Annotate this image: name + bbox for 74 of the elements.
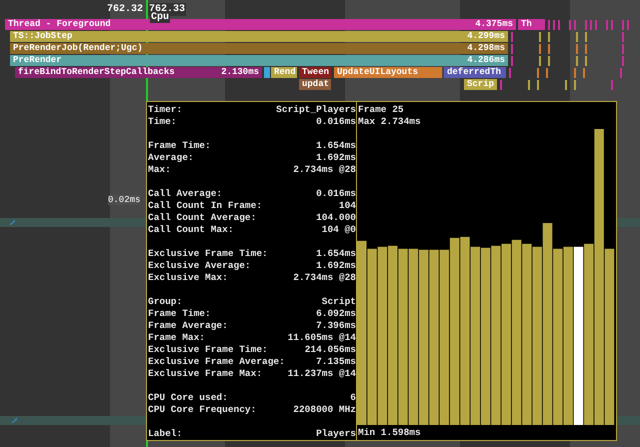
- block-label: PreRenderJob(Render;Ugc): [13, 43, 143, 54]
- stat-label: Group:: [148, 296, 182, 308]
- frame-title: Frame 25: [357, 104, 405, 116]
- stat-value: Players: [316, 428, 356, 440]
- stat-value: 7.396ms: [316, 320, 356, 332]
- stat-label: Exclusive Frame Average:: [148, 356, 285, 368]
- stat-value: 104.000: [316, 212, 356, 224]
- stat-value: 2208000 MHz: [293, 404, 356, 416]
- stat-label: Call Count Max:: [148, 224, 234, 236]
- stat-value: 2.734ms @28: [293, 272, 356, 284]
- stat-label: Exclusive Max:: [148, 272, 228, 284]
- stat-value: 6: [350, 392, 356, 404]
- stat-label: Label:: [148, 428, 182, 440]
- block-label: Thread - Foreground: [8, 19, 111, 30]
- span-duration-label: 0.02ms: [108, 195, 140, 205]
- min-label: Min 1.598ms: [357, 426, 422, 440]
- stat-value: 11.605ms @14: [288, 332, 356, 344]
- block-label: PreRender: [13, 55, 62, 66]
- stat-label: Call Average:: [148, 188, 222, 200]
- timeline-block[interactable]: fireBindToRenderStepCallbacks 2.130ms: [15, 67, 262, 78]
- block-label: Rend: [274, 67, 296, 78]
- stat-value: 6.092ms: [316, 308, 356, 320]
- stat-value: 0.016ms: [316, 188, 356, 200]
- stat-value: 104 @0: [322, 224, 356, 236]
- stat-value: 1.654ms: [316, 248, 356, 260]
- stat-label: CPU Core used:: [148, 392, 228, 404]
- thread-icon: [11, 417, 17, 423]
- block-duration: 4.299ms: [467, 31, 505, 42]
- block-label: UpdateUILayouts: [337, 67, 418, 78]
- stat-value: 1.692ms: [316, 260, 356, 272]
- stat-value: 104: [338, 200, 356, 212]
- time-tick-label: 762.32: [107, 3, 144, 16]
- stat-value: 11.237ms @14: [288, 368, 356, 380]
- stat-label: Call Count Average:: [148, 212, 256, 224]
- stat-value: 2.734ms @28: [293, 164, 356, 176]
- stat-value: 7.135ms: [316, 356, 356, 368]
- stat-label: Frame Time:: [148, 140, 211, 152]
- stat-label: Exclusive Average:: [148, 260, 251, 272]
- block-duration: 4.286ms: [467, 55, 505, 66]
- timeline-block[interactable]: Scrip: [464, 79, 497, 90]
- stat-label: Exclusive Frame Max:: [148, 368, 262, 380]
- timeline-block[interactable]: [264, 67, 270, 78]
- max-label: Max 2.734ms: [357, 116, 422, 128]
- stat-label: CPU Core Frequency:: [148, 404, 256, 416]
- timeline-block[interactable]: UpdateUILayouts: [334, 67, 442, 78]
- stat-value: 214.056ms: [304, 344, 356, 356]
- block-duration: 2.130ms: [221, 67, 259, 78]
- timeline-block[interactable]: PreRender 4.286ms: [10, 55, 508, 66]
- stat-value: 1.692ms: [316, 152, 356, 164]
- stat-value: Script_Players: [276, 104, 356, 116]
- stat-label: Average:: [148, 152, 194, 164]
- block-duration: 4.298ms: [467, 43, 505, 54]
- thread-icon: [9, 219, 15, 225]
- timeline-block[interactable]: Rend: [271, 67, 297, 78]
- timeline-block[interactable]: Th: [518, 19, 545, 30]
- stat-label: Call Count In Frame:: [148, 200, 262, 212]
- block-label: TS::JobStep: [13, 31, 72, 42]
- timeline-block[interactable]: PreRenderJob(Render;Ugc) 4.298ms: [10, 43, 508, 54]
- stat-label: Frame Max:: [148, 332, 206, 344]
- stat-value: 0.016ms: [316, 116, 356, 128]
- block-label: fireBindToRenderStepCallbacks: [18, 67, 175, 78]
- stat-label: Timer:: [148, 104, 182, 116]
- stat-label: Frame Average:: [148, 320, 228, 332]
- timeline-block[interactable]: TS::JobStep 4.299ms: [10, 31, 508, 42]
- block-duration: 4.375ms: [475, 19, 513, 30]
- stat-label: Frame Time:: [148, 308, 211, 320]
- block-label: Th: [521, 19, 532, 30]
- stat-value: Script: [322, 296, 356, 308]
- stat-label: Exclusive Frame Time:: [148, 248, 268, 260]
- stat-value: 1.654ms: [316, 140, 356, 152]
- stat-label: Max:: [148, 164, 171, 176]
- stat-label: Exclusive Frame Time:: [148, 344, 268, 356]
- block-label: Scrip: [467, 79, 494, 90]
- stat-label: Time:: [148, 116, 177, 128]
